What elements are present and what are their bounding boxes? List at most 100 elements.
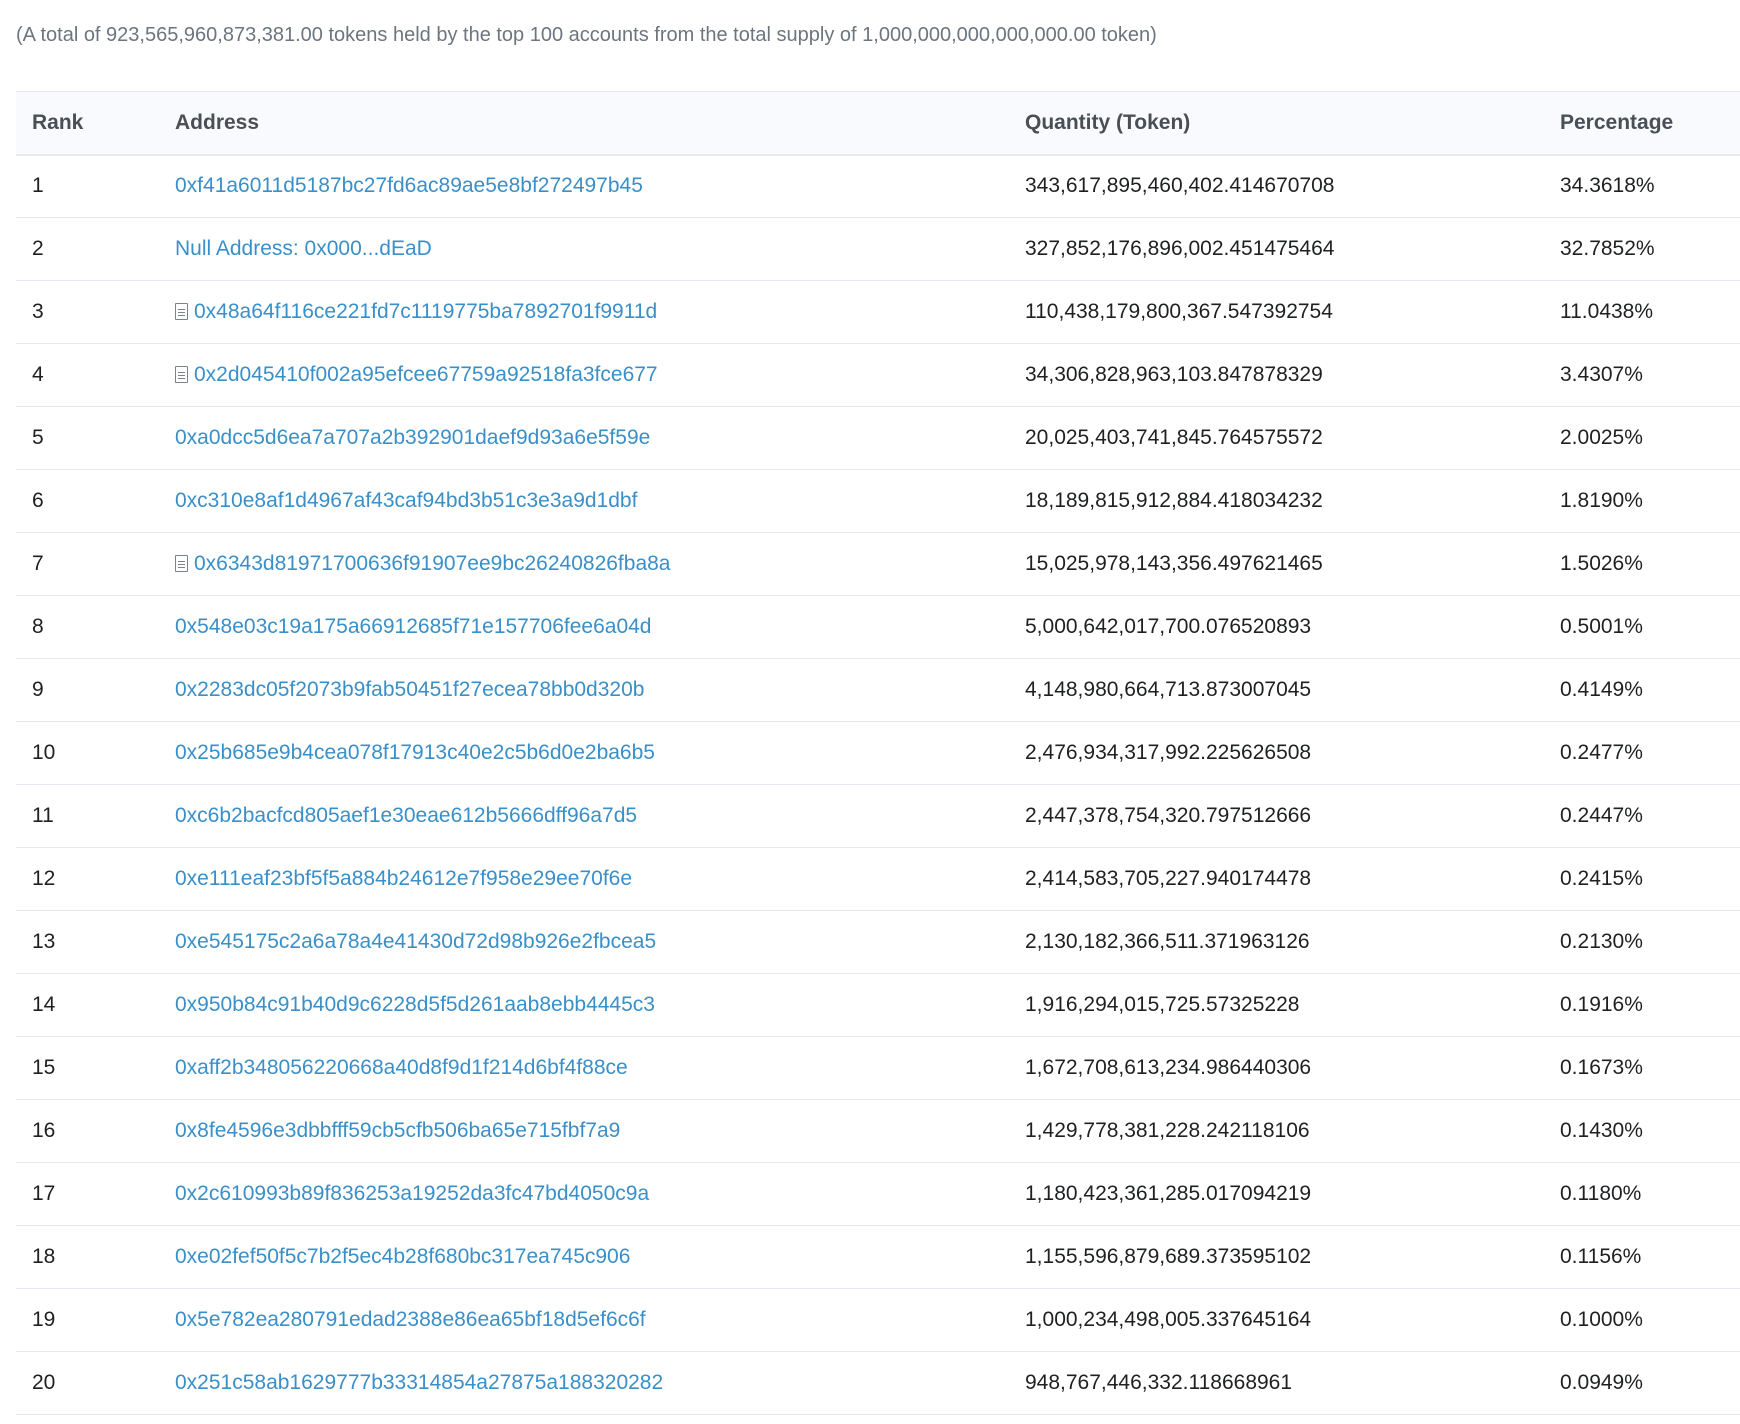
file-text-icon	[175, 366, 188, 383]
rank-cell: 10	[16, 721, 159, 785]
table-row: 20 0x251c58ab1629777b33314854a27875a1883…	[16, 1351, 1740, 1415]
quantity-cell: 1,180,423,361,285.017094219	[1009, 1162, 1544, 1226]
address-link[interactable]: 0x2283dc05f2073b9fab50451f27ecea78bb0d32…	[175, 678, 644, 701]
percentage-cell: 0.2415%	[1544, 847, 1740, 911]
address-cell: 0xf41a6011d5187bc27fd6ac89ae5e8bf272497b…	[159, 154, 1009, 218]
address-link[interactable]: 0xe545175c2a6a78a4e41430d72d98b926e2fbce…	[175, 930, 656, 953]
rank-cell: 20	[16, 1351, 159, 1415]
rank-cell: 14	[16, 973, 159, 1037]
token-holders-table: Rank Address Quantity (Token) Percentage…	[16, 91, 1740, 1415]
address-link[interactable]: 0xc6b2bacfcd805aef1e30eae612b5666dff96a7…	[175, 804, 637, 827]
percentage-cell: 32.7852%	[1544, 217, 1740, 281]
rank-cell: 11	[16, 784, 159, 848]
table-body: 1 0xf41a6011d5187bc27fd6ac89ae5e8bf27249…	[16, 154, 1740, 1415]
address-cell: 0x2d045410f002a95efcee67759a92518fa3fce6…	[159, 343, 1009, 407]
percentage-cell: 0.1000%	[1544, 1288, 1740, 1352]
address-link[interactable]: Null Address: 0x000...dEaD	[175, 237, 432, 260]
rank-cell: 3	[16, 280, 159, 344]
quantity-cell: 2,130,182,366,511.371963126	[1009, 910, 1544, 974]
address-cell: 0x6343d81971700636f91907ee9bc26240826fba…	[159, 532, 1009, 596]
table-row: 3 0x48a64f116ce221fd7c1119775ba7892701f9…	[16, 280, 1740, 344]
quantity-cell: 4,148,980,664,713.873007045	[1009, 658, 1544, 722]
rank-cell: 5	[16, 406, 159, 470]
address-cell: Null Address: 0x000...dEaD	[159, 217, 1009, 281]
table-row: 19 0x5e782ea280791edad2388e86ea65bf18d5e…	[16, 1288, 1740, 1352]
rank-cell: 15	[16, 1036, 159, 1100]
quantity-cell: 34,306,828,963,103.847878329	[1009, 343, 1544, 407]
percentage-cell: 3.4307%	[1544, 343, 1740, 407]
address-link[interactable]: 0x2d045410f002a95efcee67759a92518fa3fce6…	[194, 363, 658, 386]
quantity-cell: 1,000,234,498,005.337645164	[1009, 1288, 1544, 1352]
address-cell: 0xe02fef50f5c7b2f5ec4b28f680bc317ea745c9…	[159, 1225, 1009, 1289]
table-row: 7 0x6343d81971700636f91907ee9bc26240826f…	[16, 532, 1740, 596]
address-link[interactable]: 0xc310e8af1d4967af43caf94bd3b51c3e3a9d1d…	[175, 489, 637, 512]
address-link[interactable]: 0x5e782ea280791edad2388e86ea65bf18d5ef6c…	[175, 1308, 646, 1331]
percentage-cell: 0.1916%	[1544, 973, 1740, 1037]
quantity-cell: 18,189,815,912,884.418034232	[1009, 469, 1544, 533]
address-link[interactable]: 0xaff2b348056220668a40d8f9d1f214d6bf4f88…	[175, 1056, 628, 1079]
address-link[interactable]: 0x251c58ab1629777b33314854a27875a1883202…	[175, 1371, 663, 1394]
table-row: 5 0xa0dcc5d6ea7a707a2b392901daef9d93a6e5…	[16, 406, 1740, 470]
rank-cell: 18	[16, 1225, 159, 1289]
address-cell: 0x2283dc05f2073b9fab50451f27ecea78bb0d32…	[159, 658, 1009, 722]
quantity-cell: 2,476,934,317,992.225626508	[1009, 721, 1544, 785]
percentage-cell: 0.4149%	[1544, 658, 1740, 722]
rank-cell: 17	[16, 1162, 159, 1226]
column-header-address: Address	[159, 91, 1009, 156]
holders-summary: (A total of 923,565,960,873,381.00 token…	[16, 24, 1157, 46]
percentage-cell: 0.2477%	[1544, 721, 1740, 785]
percentage-cell: 34.3618%	[1544, 154, 1740, 218]
column-header-rank: Rank	[16, 91, 159, 156]
address-link[interactable]: 0x48a64f116ce221fd7c1119775ba7892701f991…	[194, 300, 657, 323]
quantity-cell: 1,429,778,381,228.242118106	[1009, 1099, 1544, 1163]
address-link[interactable]: 0xf41a6011d5187bc27fd6ac89ae5e8bf272497b…	[175, 174, 643, 197]
quantity-cell: 948,767,446,332.118668961	[1009, 1351, 1544, 1415]
table-row: 15 0xaff2b348056220668a40d8f9d1f214d6bf4…	[16, 1036, 1740, 1100]
address-link[interactable]: 0xe111eaf23bf5f5a884b24612e7f958e29ee70f…	[175, 867, 632, 890]
address-link[interactable]: 0x8fe4596e3dbbfff59cb5cfb506ba65e715fbf7…	[175, 1119, 620, 1142]
address-link[interactable]: 0xe02fef50f5c7b2f5ec4b28f680bc317ea745c9…	[175, 1245, 630, 1268]
percentage-cell: 1.8190%	[1544, 469, 1740, 533]
percentage-cell: 0.2447%	[1544, 784, 1740, 848]
column-header-quantity: Quantity (Token)	[1009, 91, 1544, 156]
address-link[interactable]: 0x950b84c91b40d9c6228d5f5d261aab8ebb4445…	[175, 993, 655, 1016]
address-cell: 0xa0dcc5d6ea7a707a2b392901daef9d93a6e5f5…	[159, 406, 1009, 470]
table-row: 4 0x2d045410f002a95efcee67759a92518fa3fc…	[16, 343, 1740, 407]
quantity-cell: 15,025,978,143,356.497621465	[1009, 532, 1544, 596]
percentage-cell: 0.0949%	[1544, 1351, 1740, 1415]
address-link[interactable]: 0xa0dcc5d6ea7a707a2b392901daef9d93a6e5f5…	[175, 426, 650, 449]
quantity-cell: 1,916,294,015,725.57325228	[1009, 973, 1544, 1037]
address-cell: 0x548e03c19a175a66912685f71e157706fee6a0…	[159, 595, 1009, 659]
percentage-cell: 0.1673%	[1544, 1036, 1740, 1100]
table-header-row: Rank Address Quantity (Token) Percentage	[16, 91, 1740, 156]
quantity-cell: 1,672,708,613,234.986440306	[1009, 1036, 1544, 1100]
address-cell: 0x2c610993b89f836253a19252da3fc47bd4050c…	[159, 1162, 1009, 1226]
table-row: 11 0xc6b2bacfcd805aef1e30eae612b5666dff9…	[16, 784, 1740, 848]
table-row: 14 0x950b84c91b40d9c6228d5f5d261aab8ebb4…	[16, 973, 1740, 1037]
quantity-cell: 343,617,895,460,402.414670708	[1009, 154, 1544, 218]
address-link[interactable]: 0x548e03c19a175a66912685f71e157706fee6a0…	[175, 615, 651, 638]
rank-cell: 13	[16, 910, 159, 974]
address-cell: 0xaff2b348056220668a40d8f9d1f214d6bf4f88…	[159, 1036, 1009, 1100]
address-cell: 0x25b685e9b4cea078f17913c40e2c5b6d0e2ba6…	[159, 721, 1009, 785]
table-row: 17 0x2c610993b89f836253a19252da3fc47bd40…	[16, 1162, 1740, 1226]
address-cell: 0xe545175c2a6a78a4e41430d72d98b926e2fbce…	[159, 910, 1009, 974]
quantity-cell: 110,438,179,800,367.547392754	[1009, 280, 1544, 344]
address-cell: 0x8fe4596e3dbbfff59cb5cfb506ba65e715fbf7…	[159, 1099, 1009, 1163]
rank-cell: 1	[16, 154, 159, 218]
percentage-cell: 0.1430%	[1544, 1099, 1740, 1163]
table-row: 18 0xe02fef50f5c7b2f5ec4b28f680bc317ea74…	[16, 1225, 1740, 1289]
table-row: 12 0xe111eaf23bf5f5a884b24612e7f958e29ee…	[16, 847, 1740, 911]
address-link[interactable]: 0x6343d81971700636f91907ee9bc26240826fba…	[194, 552, 670, 575]
address-link[interactable]: 0x2c610993b89f836253a19252da3fc47bd4050c…	[175, 1182, 649, 1205]
quantity-cell: 20,025,403,741,845.764575572	[1009, 406, 1544, 470]
rank-cell: 4	[16, 343, 159, 407]
address-link[interactable]: 0x25b685e9b4cea078f17913c40e2c5b6d0e2ba6…	[175, 741, 655, 764]
file-text-icon	[175, 555, 188, 572]
percentage-cell: 0.2130%	[1544, 910, 1740, 974]
address-cell: 0xc310e8af1d4967af43caf94bd3b51c3e3a9d1d…	[159, 469, 1009, 533]
table-row: 2 Null Address: 0x000...dEaD 327,852,176…	[16, 217, 1740, 281]
table-row: 8 0x548e03c19a175a66912685f71e157706fee6…	[16, 595, 1740, 659]
table-row: 1 0xf41a6011d5187bc27fd6ac89ae5e8bf27249…	[16, 154, 1740, 218]
percentage-cell: 1.5026%	[1544, 532, 1740, 596]
